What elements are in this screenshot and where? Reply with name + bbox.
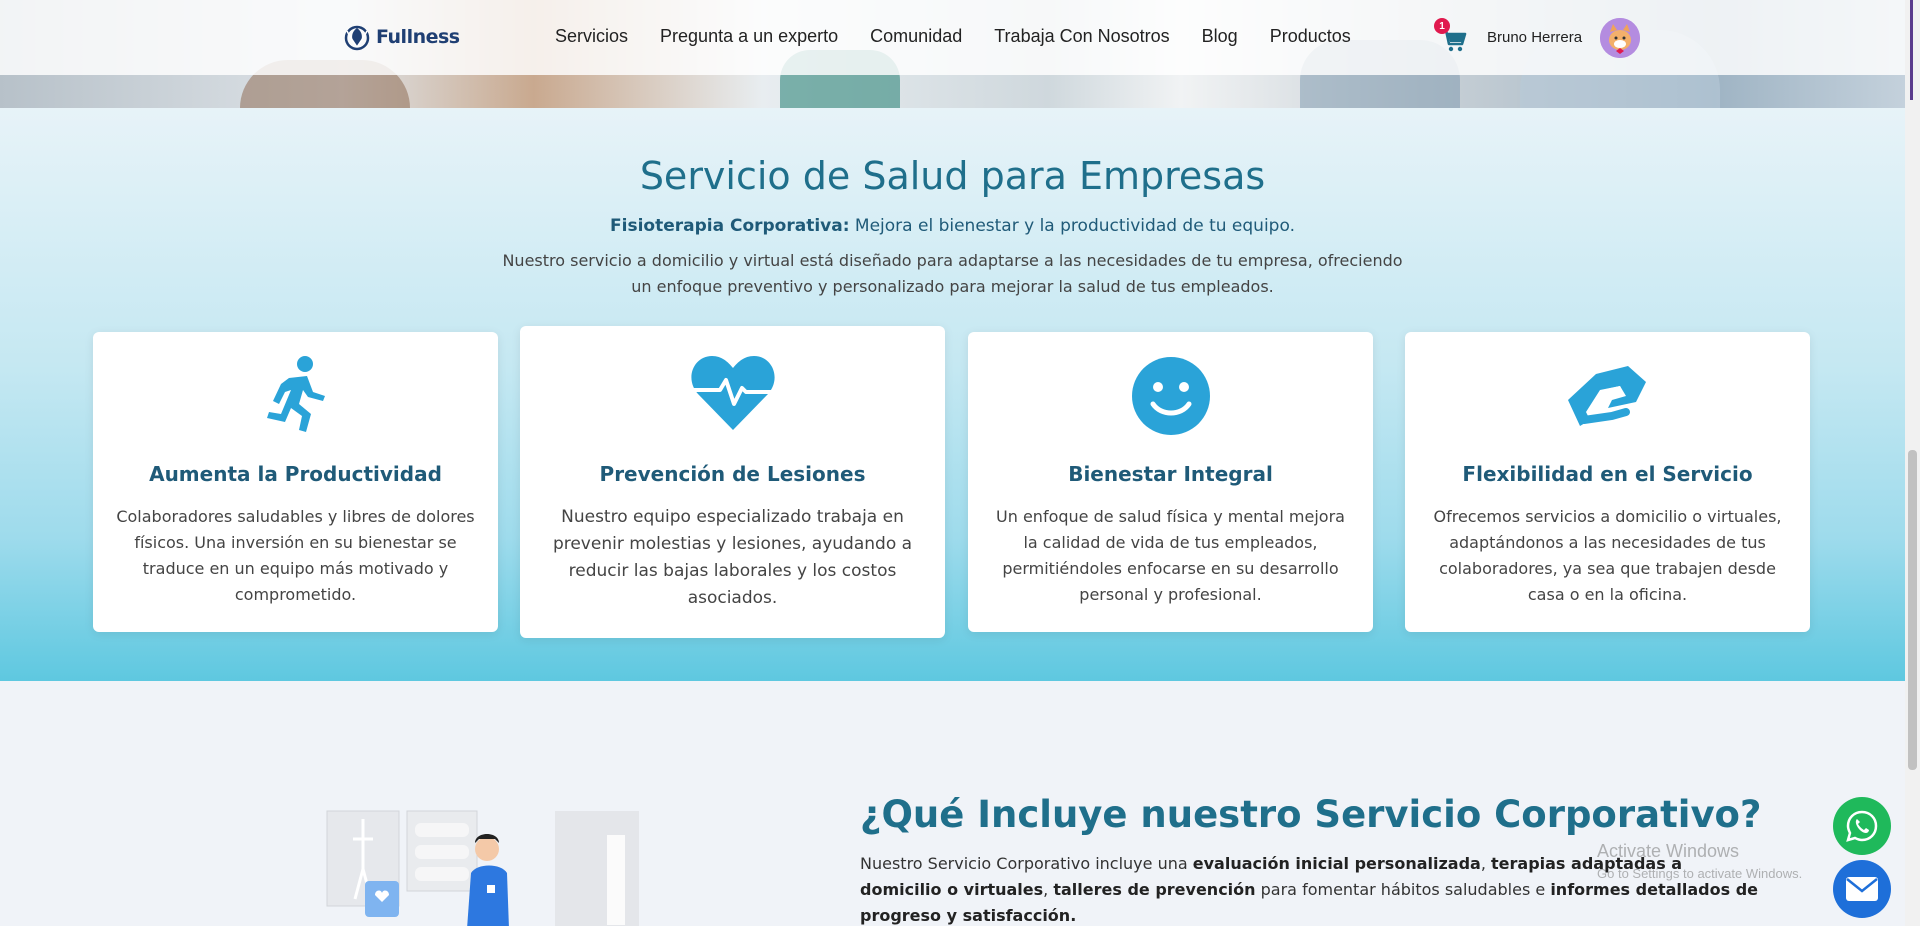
text-highlight: talleres de prevención: [1053, 880, 1256, 899]
handshake-icon: [1567, 366, 1646, 426]
user-name[interactable]: Bruno Herrera: [1487, 29, 1582, 46]
card-title: Bienestar Integral: [1068, 462, 1273, 486]
subtitle-rest: Mejora el bienestar y la productividad d…: [849, 216, 1295, 236]
brand[interactable]: Fullness: [342, 22, 460, 52]
whatsapp-icon: [1846, 810, 1878, 842]
running-person-icon: [266, 356, 325, 432]
corporate-includes-section: ¿Qué Incluye nuestro Servicio Corporativ…: [0, 681, 1905, 926]
scrollbar-accent: [1910, 0, 1913, 100]
avatar[interactable]: [1600, 18, 1640, 58]
nav-servicios[interactable]: Servicios: [555, 26, 628, 47]
card-text: Un enfoque de salud física y mental mejo…: [996, 507, 1345, 604]
card-flexibilidad: Flexibilidad en el Servicio Ofrecemos se…: [1405, 332, 1810, 632]
text-part: para fomentar hábitos saludables e: [1255, 880, 1551, 899]
envelope-icon: [1846, 877, 1878, 901]
nav-comunidad[interactable]: Comunidad: [870, 26, 962, 47]
text-part: ,: [1480, 854, 1491, 873]
heart-pulse-icon: [690, 356, 775, 430]
card-text: Nuestro equipo especializado trabaja en …: [552, 507, 913, 608]
cat-avatar-icon: [1600, 18, 1640, 58]
watermark-line2: Go to Settings to activate Windows.: [1597, 866, 1803, 881]
watermark-line1: Activate Windows: [1597, 841, 1740, 861]
corporate-title: ¿Qué Incluye nuestro Servicio Corporativ…: [860, 793, 1762, 836]
navbar: Fullness Servicios Pregunta a un experto…: [0, 0, 1905, 75]
cart-count-badge: 1: [1434, 18, 1450, 34]
physio-illustration: [326, 810, 639, 926]
card-title: Flexibilidad en el Servicio: [1462, 462, 1753, 486]
nav-trabaja-con-nosotros[interactable]: Trabaja Con Nosotros: [994, 26, 1169, 47]
card-title: Aumenta la Productividad: [149, 462, 442, 486]
card-text: Ofrecemos servicios a domicilio o virtua…: [1433, 507, 1782, 604]
card-prevencion: Prevención de Lesiones Nuestro equipo es…: [520, 326, 945, 638]
subtitle-highlight: Fisioterapia Corporativa:: [610, 216, 850, 236]
text-part: Nuestro Servicio Corporativo incluye una: [860, 854, 1193, 873]
text-part: ,: [1043, 880, 1054, 899]
windows-activation-watermark: Activate Windows Go to Settings to activ…: [1597, 841, 1802, 881]
smile-icon: [1131, 357, 1210, 435]
card-text: Colaboradores saludables y libres de dol…: [116, 507, 475, 604]
page-scrollbar[interactable]: [1905, 0, 1920, 926]
main-nav: Servicios Pregunta a un experto Comunida…: [555, 26, 1383, 47]
lotus-logo-icon: [344, 25, 370, 51]
email-button[interactable]: [1833, 860, 1891, 918]
whatsapp-button[interactable]: [1833, 797, 1891, 855]
section-subtitle: Fisioterapia Corporativa: Mejora el bien…: [0, 216, 1905, 236]
section-description: Nuestro servicio a domicilio y virtual e…: [502, 251, 1403, 296]
section-title: Servicio de Salud para Empresas: [639, 154, 1266, 198]
card-bienestar: Bienestar Integral Un enfoque de salud f…: [968, 332, 1373, 632]
brand-name: Fullness: [376, 26, 460, 48]
card-productividad: Aumenta la Productividad Colaboradores s…: [93, 332, 498, 632]
scrollbar-thumb[interactable]: [1908, 450, 1917, 770]
nav-productos[interactable]: Productos: [1270, 26, 1351, 47]
nav-pregunta-experto[interactable]: Pregunta a un experto: [660, 26, 838, 47]
text-highlight: evaluación inicial personalizada: [1192, 854, 1481, 873]
card-title: Prevención de Lesiones: [599, 462, 866, 486]
nav-blog[interactable]: Blog: [1202, 26, 1238, 47]
corporate-health-section: Servicio de Salud para Empresas Fisioter…: [0, 108, 1905, 681]
